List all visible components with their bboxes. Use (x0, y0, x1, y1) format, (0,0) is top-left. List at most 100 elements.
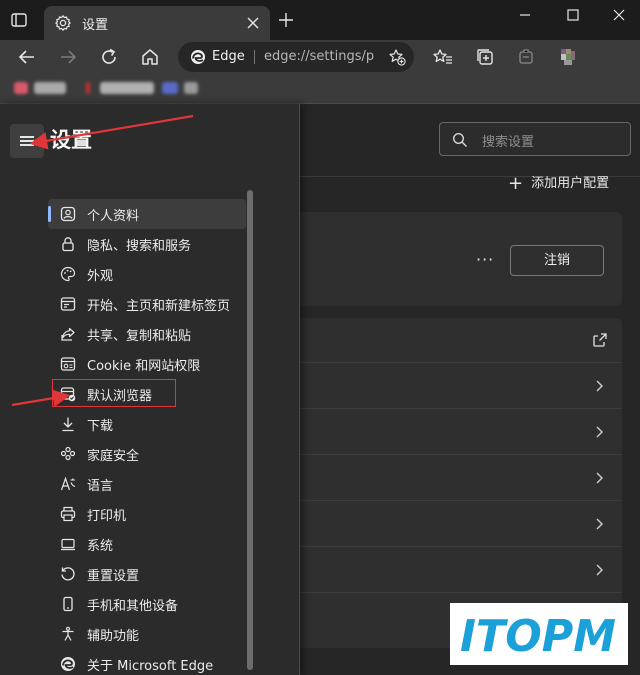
nav-item-family-safety[interactable]: 家庭安全 (48, 439, 246, 469)
home-icon[interactable] (140, 47, 160, 67)
tab-title: 设置 (82, 18, 109, 33)
nav-item-cookies-permissions[interactable]: Cookie 和网站权限 (48, 349, 246, 379)
extension-icon[interactable] (516, 47, 536, 67)
nav-item-label: 辅助功能 (87, 629, 140, 644)
add-favorite-icon[interactable] (388, 48, 406, 66)
bookmark-favicon[interactable] (86, 82, 90, 94)
home-page-icon (60, 297, 76, 311)
forward-icon[interactable] (58, 47, 78, 67)
bookmark-item[interactable] (34, 82, 66, 94)
nav-item-label: 重置设置 (87, 569, 140, 584)
nav-item-share-copy-paste[interactable]: 共享、复制和粘贴 (48, 319, 246, 349)
chevron-right-icon (596, 472, 603, 484)
nav-item-system[interactable]: 系统 (48, 529, 246, 559)
collections-icon[interactable] (475, 47, 495, 67)
nav-item-label: 系统 (87, 539, 114, 554)
search-icon (452, 132, 467, 147)
profile-card: ··· 注销 (300, 212, 622, 306)
download-icon (62, 417, 74, 432)
sign-out-button[interactable]: 注销 (510, 245, 604, 276)
search-input[interactable]: 搜索设置 (439, 122, 631, 156)
nav-item-label: 手机和其他设备 (87, 599, 179, 614)
nav-item-appearance[interactable]: 外观 (48, 259, 246, 289)
chevron-right-icon (596, 518, 603, 530)
nav-item-printers[interactable]: 打印机 (48, 499, 246, 529)
nav-item-label: 共享、复制和粘贴 (87, 329, 192, 344)
open-external-icon[interactable] (592, 332, 608, 348)
nav-item-label: 外观 (87, 269, 114, 284)
minimize-icon[interactable] (502, 0, 548, 32)
add-profile-button[interactable]: + 添加用户配置 (508, 172, 609, 194)
favorites-icon[interactable] (433, 47, 453, 67)
nav-item-label: 个人资料 (87, 209, 140, 224)
settings-row[interactable] (300, 362, 622, 408)
lock-icon (62, 237, 74, 252)
more-options-icon[interactable]: ··· (476, 250, 494, 269)
nav-item-privacy[interactable]: 隐私、搜索和服务 (48, 229, 246, 259)
chevron-right-icon (596, 426, 603, 438)
settings-row[interactable] (300, 408, 622, 454)
tab-settings[interactable]: 设置 (44, 6, 270, 40)
settings-row[interactable] (300, 454, 622, 500)
site-name: Edge (212, 49, 245, 64)
nav-item-label: 家庭安全 (87, 449, 140, 464)
url-text[interactable]: edge://settings/p... (264, 49, 374, 64)
favorites-bar (0, 74, 640, 104)
nav-item-label: Cookie 和网站权限 (87, 359, 201, 374)
add-profile-label: 添加用户配置 (531, 176, 610, 191)
nav-item-languages[interactable]: 语言 (48, 469, 246, 499)
chevron-right-icon (596, 380, 603, 392)
bookmark-item[interactable] (100, 82, 154, 94)
bookmark-favicon[interactable] (14, 82, 28, 94)
bookmark-favicon[interactable] (162, 82, 178, 94)
nav-item-label: 打印机 (87, 509, 127, 524)
bookmark-item[interactable] (184, 82, 198, 94)
nav-item-downloads[interactable]: 下载 (48, 409, 246, 439)
edge-logo-icon (191, 50, 205, 64)
toolbar: Edge edge://settings/p... (0, 40, 640, 74)
chevron-right-icon (596, 564, 603, 576)
system-icon (61, 538, 75, 551)
address-bar[interactable]: Edge edge://settings/p... (178, 42, 414, 72)
back-icon[interactable] (17, 47, 37, 67)
nav-item-label: 隐私、搜索和服务 (87, 239, 192, 254)
gear-icon (55, 15, 71, 31)
phone-icon (63, 596, 73, 612)
hamburger-menu-icon[interactable] (10, 124, 44, 158)
annotation-highlight-box (52, 379, 176, 407)
profile-avatar-icon[interactable] (558, 47, 578, 67)
new-tab-icon[interactable] (278, 12, 294, 28)
plus-icon: + (508, 173, 524, 194)
family-icon (60, 446, 76, 461)
nav-item-about-edge[interactable]: 关于 Microsoft Edge (48, 649, 246, 675)
profile-settings-card (300, 318, 622, 648)
share-icon (61, 327, 75, 341)
settings-row[interactable] (300, 500, 622, 546)
maximize-icon[interactable] (550, 0, 596, 32)
search-placeholder: 搜索设置 (482, 135, 535, 150)
accessibility-icon (62, 626, 74, 641)
nav-item-label: 关于 Microsoft Edge (87, 659, 214, 674)
language-icon (60, 476, 76, 491)
palette-icon (60, 266, 76, 282)
nav-item-start-home[interactable]: 开始、主页和新建标签页 (48, 289, 246, 319)
nav-scrollbar[interactable] (247, 190, 253, 670)
page-title: 设置 (50, 128, 92, 152)
profile-icon (60, 206, 76, 222)
refresh-icon[interactable] (99, 47, 119, 67)
tab-actions-icon[interactable] (10, 11, 28, 29)
reset-icon (61, 567, 75, 581)
nav-item-accessibility[interactable]: 辅助功能 (48, 619, 246, 649)
settings-row[interactable] (300, 546, 622, 592)
settings-content: 搜索设置 + 添加用户配置 ··· 注销 (300, 104, 640, 675)
watermark-text: ITOPM (460, 611, 616, 659)
nav-item-label: 语言 (87, 479, 114, 494)
watermark-logo: ITOPM (450, 603, 628, 665)
nav-item-phone-devices[interactable]: 手机和其他设备 (48, 589, 246, 619)
nav-item-profiles[interactable]: 个人资料 (48, 199, 246, 229)
close-tab-icon[interactable] (246, 16, 260, 30)
edge-logo-icon (61, 657, 75, 671)
nav-item-reset-settings[interactable]: 重置设置 (48, 559, 246, 589)
address-separator (254, 50, 255, 64)
close-window-icon[interactable] (596, 0, 640, 32)
